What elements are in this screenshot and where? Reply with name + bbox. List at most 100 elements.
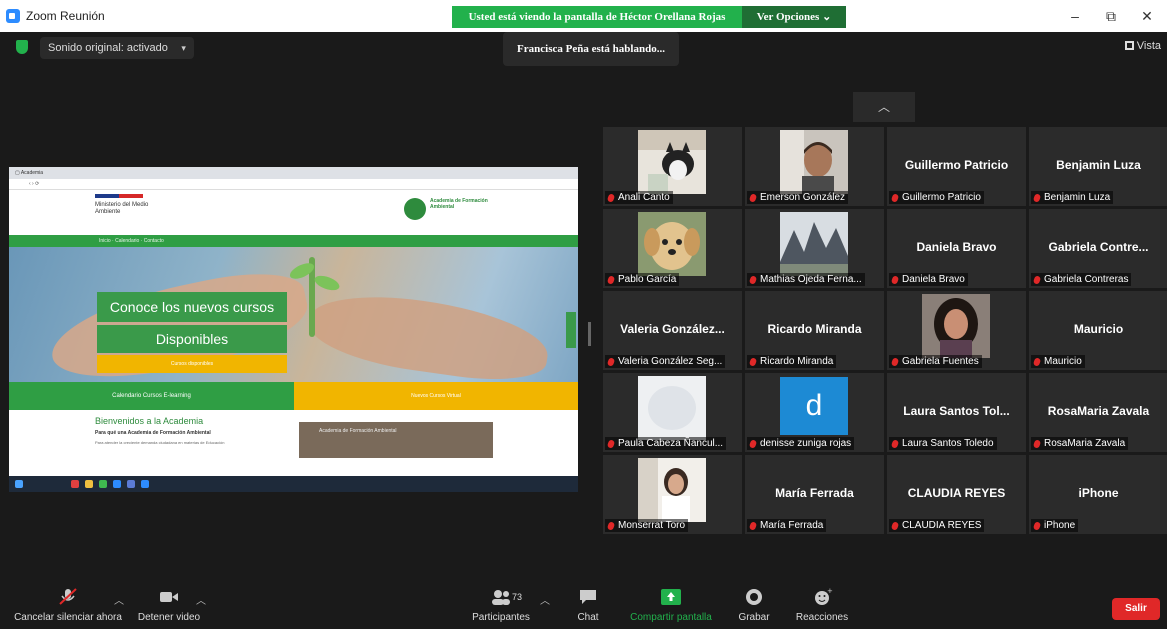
muted-mic-icon: [1032, 521, 1042, 531]
participant-display-name: iPhone: [1078, 486, 1119, 500]
participant-tile[interactable]: Daniela Bravo Daniela Bravo: [887, 209, 1026, 288]
participant-tile[interactable]: Gabriela Fuentes: [887, 291, 1026, 370]
share-screen-icon: [661, 589, 681, 605]
muted-mic-icon: [606, 275, 616, 285]
site-header: Ministerio del Medio Ambiente Academia d…: [9, 190, 578, 235]
chat-label: Chat: [577, 612, 599, 623]
participant-tile[interactable]: Mauricio Mauricio: [1029, 291, 1167, 370]
muted-mic-icon: [606, 193, 616, 203]
participant-tile[interactable]: María Ferrada María Ferrada: [745, 455, 884, 534]
participants-count: 73: [512, 592, 523, 602]
view-label: Vista: [1136, 40, 1161, 52]
participant-tile[interactable]: Gabriela Contre... Gabriela Contreras: [1029, 209, 1167, 288]
participant-tile[interactable]: Paula Cabeza Ñancul...: [603, 373, 742, 452]
participants-label: Participantes: [472, 612, 530, 623]
reactions-button[interactable]: + Reacciones: [792, 580, 852, 629]
video-title: Academia de Formación Ambiental: [319, 428, 397, 434]
participant-name: Gabriela Fuentes: [889, 355, 982, 368]
participant-name: CLAUDIA REYES: [889, 519, 985, 532]
audio-options-chevron-icon[interactable]: ︿: [114, 592, 124, 607]
ministerio-logo-text: Ministerio del Medio Ambiente: [95, 202, 149, 215]
participant-display-name: Benjamin Luza: [1056, 158, 1141, 172]
view-button[interactable]: Vista: [1124, 40, 1161, 52]
participant-display-name: Guillermo Patricio: [904, 158, 1009, 172]
chevron-up-icon: ︿: [877, 100, 890, 114]
leave-meeting-button[interactable]: Salir: [1112, 598, 1160, 620]
gallery-scroll-up-button[interactable]: ︿: [853, 92, 915, 122]
view-options-label: Ver Opciones: [756, 11, 820, 23]
chevron-down-icon: ⌄: [822, 11, 832, 23]
muted-mic-icon: [748, 357, 758, 367]
unmute-label: Cancelar silenciar ahora: [14, 612, 122, 623]
hero-headline: Conoce los nuevos cursos: [97, 292, 287, 322]
welcome-body: Para atender la creciente demanda ciudad…: [95, 440, 225, 445]
participant-name: Emerson González: [747, 191, 849, 204]
muted-mic-icon: [1032, 357, 1042, 367]
maximize-button[interactable]: ⧉: [1096, 6, 1126, 26]
participant-tile[interactable]: d denisse zuniga rojas: [745, 373, 884, 452]
participants-options-chevron-icon[interactable]: ︿: [540, 592, 550, 607]
participant-tile[interactable]: Mathias Ojeda Ferna...: [745, 209, 884, 288]
active-speaker-notice: Francisca Peña está hablando...: [503, 32, 679, 66]
view-options-button[interactable]: Ver Opciones ⌄: [742, 6, 846, 28]
dog-photo: [638, 212, 706, 276]
reactions-label: Reacciones: [795, 612, 849, 623]
title-bar: Zoom Reunión Usted está viendo la pantal…: [0, 0, 1167, 32]
split-handle[interactable]: [588, 322, 591, 346]
muted-mic-icon: [606, 357, 616, 367]
participant-tile[interactable]: Guillermo Patricio Guillermo Patricio: [887, 127, 1026, 206]
svg-text:+: +: [827, 588, 833, 595]
chevron-down-icon[interactable]: ▾: [181, 37, 186, 59]
video-options-chevron-icon[interactable]: ︿: [196, 592, 206, 607]
record-button[interactable]: Grabar: [734, 580, 774, 629]
participant-tile[interactable]: Ricardo Miranda Ricardo Miranda: [745, 291, 884, 370]
participant-display-name: Daniela Bravo: [916, 240, 997, 254]
muted-mic-icon: [1032, 275, 1042, 285]
participant-tile[interactable]: CLAUDIA REYES CLAUDIA REYES: [887, 455, 1026, 534]
girl-photo: [638, 458, 706, 522]
unmute-button[interactable]: Cancelar silenciar ahora: [10, 580, 126, 629]
record-label: Grabar: [738, 612, 770, 623]
windows-start-icon: [15, 480, 23, 488]
participant-display-name: Gabriela Contre...: [1048, 240, 1149, 254]
muted-mic-icon: [890, 357, 900, 367]
new-courses-bar: Nuevos Cursos Virtual: [294, 382, 578, 410]
participant-tile[interactable]: Pablo García: [603, 209, 742, 288]
stop-video-label: Detener video: [137, 612, 201, 623]
participant-tile[interactable]: Anali Canto: [603, 127, 742, 206]
participant-display-name: Ricardo Miranda: [767, 322, 862, 336]
participant-tile[interactable]: Laura Santos Tol... Laura Santos Toledo: [887, 373, 1026, 452]
participant-tile[interactable]: RosaMaria Zavala RosaMaria Zavala: [1029, 373, 1167, 452]
letter-avatar: d: [780, 377, 848, 435]
academia-logo-text: Academia de Formación Ambiental: [430, 198, 488, 210]
participant-tile[interactable]: iPhone iPhone: [1029, 455, 1167, 534]
participant-name: iPhone: [1031, 519, 1079, 532]
participants-button[interactable]: Participantes: [466, 580, 536, 629]
chat-button[interactable]: Chat: [570, 580, 606, 629]
security-shield-icon[interactable]: [16, 40, 28, 54]
browser-tab-strip: ▢ Academia: [9, 167, 578, 179]
muted-mic-icon: [748, 275, 758, 285]
muted-mic-icon: [890, 193, 900, 203]
share-screen-button[interactable]: Compartir pantalla: [626, 580, 716, 629]
calendar-bar: Calendario Cursos E-learning: [9, 382, 294, 410]
participant-tile[interactable]: Emerson González: [745, 127, 884, 206]
participant-tile[interactable]: Benjamin Luza Benjamin Luza: [1029, 127, 1167, 206]
participant-display-name: Valeria González...: [620, 322, 725, 336]
close-button[interactable]: ✕: [1132, 6, 1162, 26]
window-title: Zoom Reunión: [26, 9, 105, 23]
original-sound-toggle[interactable]: Sonido original: activado ▾: [40, 37, 194, 59]
participant-tile[interactable]: Valeria González... Valeria González Seg…: [603, 291, 742, 370]
app-icon: [127, 480, 135, 488]
shared-taskbar: [9, 476, 578, 492]
section-bars: Calendario Cursos E-learning Nuevos Curs…: [9, 382, 578, 410]
participant-name: Pablo García: [605, 273, 680, 286]
participant-display-name: María Ferrada: [775, 486, 854, 500]
participant-tile[interactable]: Monserrat Toro: [603, 455, 742, 534]
minimize-button[interactable]: –: [1060, 6, 1090, 26]
participant-display-name: Mauricio: [1073, 322, 1124, 336]
zoom-icon: [113, 480, 121, 488]
academia-logo-icon: [404, 198, 426, 220]
share-screen-label: Compartir pantalla: [630, 612, 712, 623]
stop-video-button[interactable]: Detener video: [134, 580, 204, 629]
